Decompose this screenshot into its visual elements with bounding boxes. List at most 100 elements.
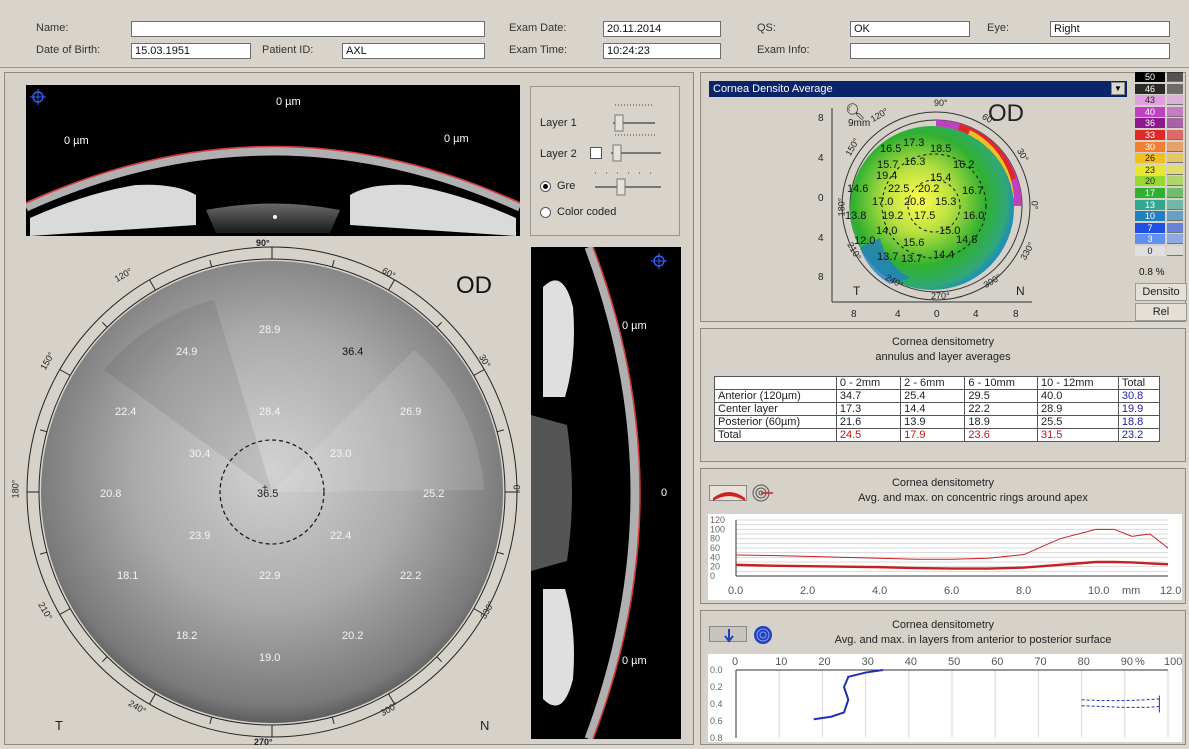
dial-value: 22.2 (400, 570, 422, 582)
grey-slider[interactable] (591, 167, 665, 197)
map-value: 16.0 (963, 210, 985, 222)
table-row: Anterior (120µm) 34.7 25.4 29.5 40.0 30.8 (714, 389, 1161, 403)
exam-time-field[interactable]: 10:24:23 (603, 43, 721, 59)
map-value: 13.8 (845, 210, 867, 222)
dial-value: 28.9 (259, 324, 281, 336)
patient-id-field[interactable]: AXL (342, 43, 485, 59)
dial-tick (149, 693, 156, 705)
map-ytick: 4 (818, 233, 824, 244)
dial-deg-90: 90° (256, 238, 270, 248)
rings-chart[interactable]: 1201008060402000.0 2.0 4.0 6.0 8.0 10.0 12.0mm (708, 514, 1182, 600)
map-type-select-value: Cornea Densito Average (713, 83, 833, 95)
table-cell: 23.2 (1117, 428, 1161, 442)
map-value: 20.8 (904, 196, 926, 208)
vertical-scheimpflug-image[interactable]: 0 µm 0 0 µm (531, 247, 681, 739)
map-value: 16.3 (904, 156, 926, 168)
dial-tick (331, 716, 335, 724)
table-cell: 0 - 2mm (835, 376, 902, 390)
layers-x-tick: 10 (775, 656, 787, 668)
table-cell: 25.5 (1037, 415, 1119, 429)
map-value: 14.6 (847, 183, 869, 195)
eye-label: Eye: (987, 22, 1010, 34)
table-cell: 2 - 6mm (900, 376, 966, 390)
table-cell: 28.9 (1037, 402, 1119, 416)
legend-bar (1167, 72, 1183, 82)
layers-x-unit: % (1135, 656, 1145, 668)
arc-view-icon[interactable] (709, 485, 747, 501)
exam-date-field[interactable]: 20.11.2014 (603, 21, 721, 37)
legend-step: 7 (1135, 222, 1165, 233)
map-value: 17.5 (914, 210, 936, 222)
map-type-select[interactable]: Cornea Densito Average ▼ (709, 81, 1127, 97)
table-cell: Total (714, 428, 837, 442)
legend-bar (1167, 153, 1183, 164)
map-deg-0: 0° (1029, 200, 1040, 210)
table-cell: Total (1117, 376, 1161, 390)
map-value: 13.7 (901, 253, 923, 265)
exam-info-field[interactable] (850, 43, 1170, 59)
layer-controls-box: Layer 1 Layer 2 Gre Color coded (530, 86, 680, 236)
table-row: 0 - 2mm 2 - 6mm 6 - 10mm 10 - 12mm Total (714, 376, 1161, 390)
layers-y-tick: 0.0 (710, 665, 723, 675)
vertical-label-mid: 0 (661, 487, 668, 499)
dial-tick (436, 656, 443, 663)
dial-temporal: T (55, 718, 63, 733)
dial-value: 19.0 (259, 652, 281, 664)
map-ytick: 0 (818, 193, 824, 204)
legend-step: 40 (1135, 106, 1165, 117)
dob-field[interactable]: 15.03.1951 (131, 43, 251, 59)
table-cell: 25.4 (900, 389, 966, 403)
map-xtick: 4 (973, 309, 979, 320)
dial-value: 22.4 (330, 530, 352, 542)
layer2-checkbox[interactable] (590, 147, 602, 159)
qs-field[interactable]: OK (850, 21, 970, 37)
legend-bar (1167, 118, 1183, 129)
disc-icon[interactable] (752, 624, 774, 646)
dial-tick (473, 369, 485, 376)
concentric-rings-icon[interactable] (751, 483, 775, 503)
chevron-down-icon[interactable]: ▼ (1111, 82, 1125, 95)
scheimpflug-label-top: 0 µm (276, 96, 301, 108)
dial-eye-od: OD (456, 272, 492, 299)
table-cell: 19.9 (1117, 402, 1161, 416)
densito-button[interactable]: Densito (1135, 283, 1187, 301)
horizontal-scheimpflug-image[interactable]: 0 µm 0 µm 0 µm (26, 85, 520, 236)
scheimpflug-label-left: 0 µm (64, 135, 89, 147)
dial-value: 22.4 (115, 406, 137, 418)
grey-radio[interactable] (540, 181, 551, 192)
table-row: Posterior (60µm) 21.6 13.9 18.9 25.5 18.8 (714, 415, 1161, 429)
layers-y-tick: 0.6 (710, 716, 723, 726)
dial-deg-0: 0° (511, 484, 522, 494)
color-coded-radio[interactable] (540, 207, 551, 218)
eye-field[interactable]: Right (1050, 21, 1170, 37)
map-temporal: T (853, 284, 861, 298)
rings-title-2: Avg. and max. on concentric rings around… (858, 492, 1088, 504)
layers-x-tick: 90 (1121, 656, 1133, 668)
layer2-slider[interactable] (607, 131, 663, 167)
rings-x-tick: 10.0 (1088, 585, 1109, 597)
table-cell: 10 - 12mm (1037, 376, 1119, 390)
legend-bar (1167, 211, 1183, 222)
rel-button[interactable]: Rel (1135, 303, 1187, 321)
annulus-layer-table: 0 - 2mm 2 - 6mm 6 - 10mm 10 - 12mm Total Ante… (714, 376, 1161, 442)
layers-chart[interactable]: 0 10 20 30 40 50 60 70 80 90 100% 0.0 0.2 0.4 0.6 0.8 (708, 654, 1182, 742)
dial-tick (59, 369, 71, 376)
table-title-2: annulus and layer averages (875, 351, 1011, 363)
legend-bar (1167, 83, 1183, 94)
layers-x-tick: 100 (1164, 656, 1182, 668)
dial-value: 28.4 (259, 406, 281, 418)
table-cell: 22.2 (964, 402, 1038, 416)
dial-tick (388, 279, 395, 291)
layer-view-icon[interactable] (709, 626, 747, 643)
patient-header: Name: Date of Birth: 15.03.1951 Patient … (0, 0, 1189, 68)
dial-value: 18.2 (176, 630, 198, 642)
name-field[interactable] (131, 21, 485, 37)
rings-x-tick: 4.0 (872, 585, 887, 597)
table-cell: 18.8 (1117, 415, 1161, 429)
legend-bar (1167, 222, 1183, 233)
table-cell: 40.0 (1037, 389, 1119, 403)
table-cell: 23.6 (964, 428, 1038, 442)
rings-x-tick: 12.0 (1160, 585, 1181, 597)
table-cell: Anterior (120µm) (714, 389, 837, 403)
map-deg-90: 90° (934, 98, 948, 108)
